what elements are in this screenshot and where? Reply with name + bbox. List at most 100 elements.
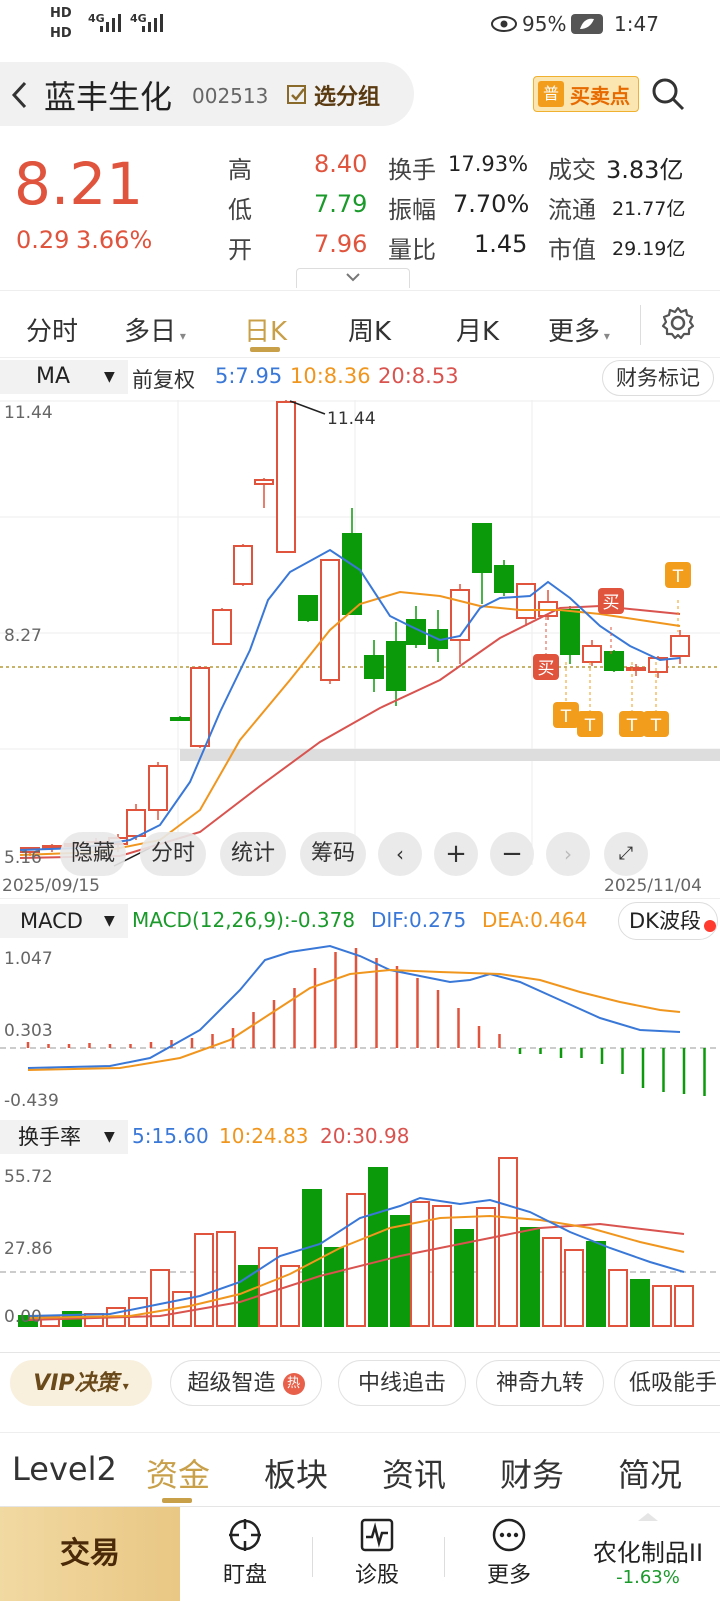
- candle-down: [170, 717, 190, 721]
- turnover-bar-up: [564, 1249, 584, 1327]
- tab-sector[interactable]: 板块: [264, 1450, 328, 1496]
- candle-up: [450, 589, 470, 641]
- turnover-bar-up: [150, 1269, 170, 1327]
- zoom-out-icon[interactable]: −: [490, 832, 534, 876]
- candle-up: [148, 765, 168, 811]
- candle-up: [320, 559, 340, 681]
- chip-midline-chase[interactable]: 中线追击: [338, 1360, 466, 1406]
- kline-chart[interactable]: 11.44 11.44 8.27 5.16 买 买 T T T TT: [0, 400, 720, 870]
- finance-marker-button[interactable]: 财务标记: [602, 360, 714, 396]
- macd-value: MACD(12,26,9):-0.378: [132, 908, 356, 932]
- more-button[interactable]: 更多: [444, 1507, 574, 1601]
- turnover-value: 17.93%: [448, 152, 529, 176]
- turnover-bar-down: [238, 1265, 258, 1327]
- expand-handle[interactable]: [296, 268, 410, 288]
- mktcap-value: 29.19亿: [612, 238, 686, 260]
- chip-label: 超级智造: [187, 1371, 276, 1396]
- trade-button[interactable]: 交易: [0, 1507, 180, 1601]
- buysell-button[interactable]: 普 买卖点: [533, 76, 639, 112]
- ma-bar: MA ▼ 前复权 5:7.95 10:8.36 20:8.53 财务标记: [0, 360, 720, 404]
- turnover-bar-up: [674, 1285, 694, 1327]
- tab-weekly-k[interactable]: 周K: [348, 311, 391, 348]
- turnover-bar-up: [346, 1193, 366, 1327]
- date-start: 2025/09/15: [2, 876, 100, 896]
- tab-monthly-k[interactable]: 月K: [456, 311, 499, 348]
- dk-wave-button[interactable]: DK波段: [618, 902, 718, 940]
- tab-level2[interactable]: Level2: [12, 1450, 117, 1488]
- turnover-label: 换手: [388, 156, 436, 184]
- turnover-chart[interactable]: 55.72 27.86 0.00: [0, 1156, 720, 1354]
- select-group-label: 选分组: [314, 85, 381, 110]
- candle-up: [254, 479, 274, 485]
- search-icon[interactable]: [650, 76, 686, 112]
- candle-up: [276, 401, 296, 553]
- macd-y-mid: 0.303: [4, 1021, 53, 1041]
- tab-daily-k[interactable]: 日K: [244, 311, 287, 348]
- dea-value: DEA:0.464: [482, 908, 588, 932]
- tab-funds[interactable]: 资金: [146, 1450, 210, 1496]
- turnover-ma20: 20:30.98: [320, 1124, 410, 1148]
- zoom-in-icon[interactable]: +: [434, 832, 478, 876]
- tab-more[interactable]: 更多 ▾: [548, 311, 610, 348]
- tab-news[interactable]: 资讯: [382, 1450, 446, 1496]
- dif-value: DIF:0.275: [371, 908, 467, 932]
- next-icon[interactable]: ›: [546, 832, 590, 876]
- turnover-selector[interactable]: 换手率 ▼: [0, 1120, 128, 1154]
- battery-icon: [571, 14, 603, 34]
- tab-fenshi[interactable]: 分时: [26, 311, 78, 348]
- turnover-bar-up: [128, 1297, 148, 1327]
- turnover-bar-up: [194, 1233, 214, 1327]
- vip-decision-button[interactable]: VIP决策 ▾: [10, 1360, 152, 1406]
- buy-marker-text: 买: [603, 593, 620, 613]
- divider: [0, 1432, 720, 1433]
- dropdown-icon: ▼: [104, 369, 115, 385]
- ma-selector[interactable]: MA ▼: [0, 360, 128, 394]
- bottom-nav: 交易 盯盘 诊股 更多 农化制品II -1.63%: [0, 1506, 720, 1601]
- divider: [0, 1352, 720, 1353]
- stats-button[interactable]: 统计: [220, 832, 286, 876]
- turnover-bar-up: [476, 1207, 496, 1327]
- macd-y-bottom: -0.439: [4, 1091, 59, 1111]
- tab-finance[interactable]: 财务: [500, 1450, 564, 1496]
- chip-super-manufacture[interactable]: 超级智造 热: [170, 1360, 322, 1406]
- select-group-button[interactable]: 选分组: [286, 78, 380, 112]
- fenshi-button[interactable]: 分时: [140, 832, 206, 876]
- chips-button[interactable]: 筹码: [300, 832, 366, 876]
- watch-label: 盯盘: [222, 1563, 267, 1588]
- low-label: 低: [228, 196, 252, 224]
- high-value: 8.40: [314, 150, 368, 178]
- tab-multiday[interactable]: 多日 ▾: [124, 311, 186, 348]
- prev-icon[interactable]: ‹: [378, 832, 422, 876]
- more-dots-icon: [492, 1518, 526, 1552]
- sector-ticker[interactable]: 农化制品II -1.63%: [576, 1507, 720, 1601]
- candle-down: [298, 595, 318, 621]
- macd-selector[interactable]: MACD ▼: [0, 904, 128, 938]
- settings-gear-icon[interactable]: [660, 305, 696, 341]
- float-value: 21.77亿: [612, 198, 686, 220]
- hide-button[interactable]: 隐藏: [60, 832, 126, 876]
- t-marker-text: T: [626, 716, 638, 736]
- diagnose-button[interactable]: 诊股: [312, 1507, 442, 1601]
- buysell-label: 买卖点: [570, 83, 630, 108]
- y-axis-top: 11.44: [4, 403, 53, 423]
- active-tab-indicator: [250, 347, 280, 352]
- last-price: 8.21: [14, 150, 144, 218]
- amount-value: 3.83亿: [606, 156, 684, 184]
- tab-profile[interactable]: 简况: [618, 1450, 682, 1496]
- hot-badge: 热: [282, 1373, 305, 1395]
- tab-multiday-label: 多日: [124, 317, 177, 347]
- y-axis-bottom: 5.16: [4, 848, 42, 868]
- fullscreen-icon[interactable]: ⤢: [604, 832, 648, 876]
- ma20-value: 20:8.53: [378, 364, 459, 388]
- back-icon[interactable]: [10, 80, 30, 110]
- chip-low-absorb[interactable]: 低吸能手: [614, 1360, 720, 1406]
- amplitude-label: 振幅: [388, 196, 436, 224]
- battery-percent: 95%: [522, 12, 567, 36]
- chip-magic-nine[interactable]: 神奇九转: [476, 1360, 604, 1406]
- watch-button[interactable]: 盯盘: [180, 1507, 310, 1601]
- turnover-y-mid: 27.86: [4, 1239, 53, 1259]
- turnover-bar-up: [608, 1269, 628, 1327]
- macd-chart[interactable]: 1.047 0.303 -0.439: [0, 940, 720, 1135]
- candle-down: [560, 609, 580, 655]
- divider: [640, 305, 641, 345]
